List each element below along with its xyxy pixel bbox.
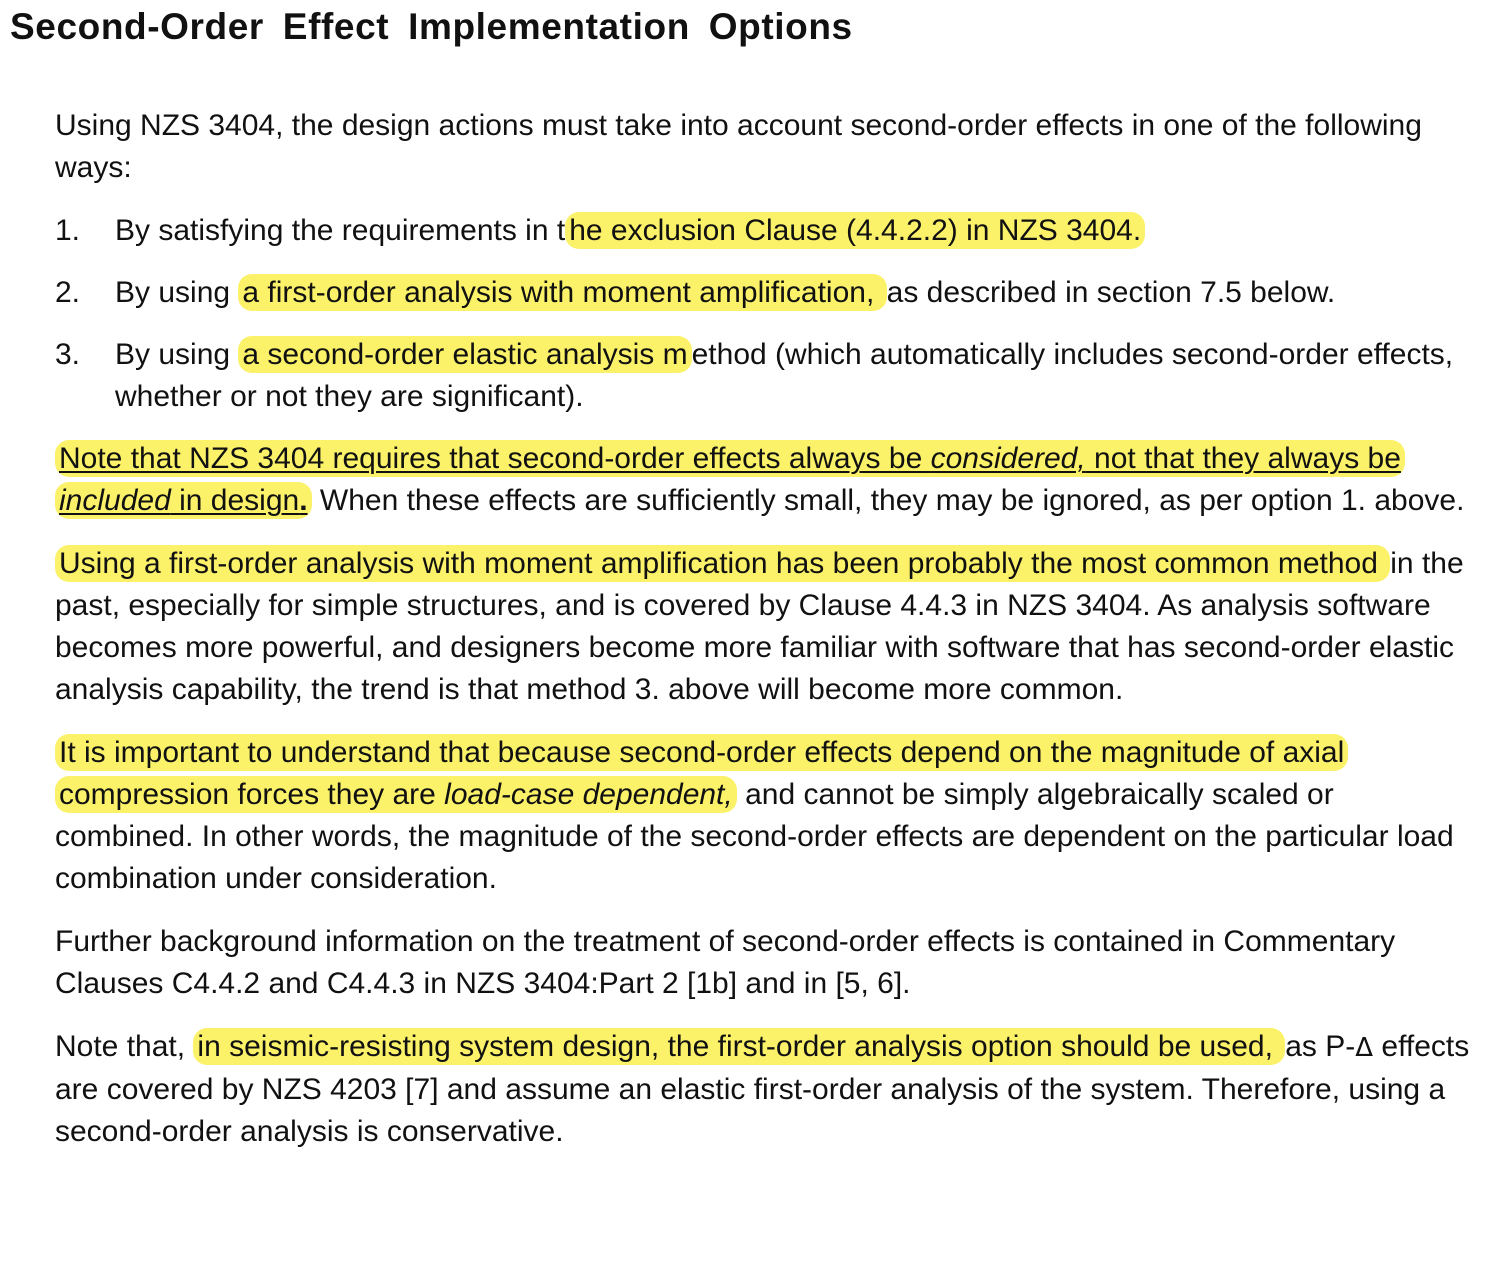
list-item-3: 3. By using a second-order elastic analy… xyxy=(55,334,1475,418)
background-paragraph: Further background information on the tr… xyxy=(55,925,1396,1000)
list-item-text-rest: as described in section 7.5 below. xyxy=(886,276,1336,309)
note-italic-included: included xyxy=(59,484,171,517)
list-item-text: By using xyxy=(115,276,239,309)
page-title: Second-Order Effect Implementation Optio… xyxy=(10,6,853,47)
highlighted-text: a second-order elastic analysis m xyxy=(238,336,692,373)
list-item-2: 2. By using a first-order analysis with … xyxy=(55,272,1475,314)
delta-symbol: Δ xyxy=(1355,1033,1374,1063)
highlighted-text: a first-order analysis with moment ampli… xyxy=(238,274,887,311)
important-paragraph: It is important to understand that becau… xyxy=(55,732,1475,900)
seismic-text-mid: as P- xyxy=(1285,1030,1356,1063)
list-item-text: By using xyxy=(115,338,239,371)
note-text-a: Note that NZS 3404 requires that second-… xyxy=(59,442,931,475)
method-paragraph: Using a first-order analysis with moment… xyxy=(55,543,1475,711)
intro-paragraph: Using NZS 3404, the design actions must … xyxy=(55,109,1422,184)
list-item-1: 1. By satisfying the requirements in t he… xyxy=(55,210,1475,252)
list-number: 2. xyxy=(55,276,81,309)
seismic-paragraph: Note that, in seismic-resisting system d… xyxy=(55,1026,1475,1153)
seismic-text-pre: Note that, xyxy=(55,1030,194,1063)
note-considered-paragraph: Note that NZS 3404 requires that second-… xyxy=(55,438,1475,522)
document-page: Second-Order Effect Implementation Optio… xyxy=(0,0,1494,1276)
document-body: Using NZS 3404, the design actions must … xyxy=(55,105,1475,1174)
note-italic-considered: considered, xyxy=(930,442,1086,475)
list-number: 3. xyxy=(55,338,81,371)
highlighted-text: Using a first-order analysis with moment… xyxy=(55,545,1391,582)
important-italic-load-case: load-case dependent, xyxy=(444,778,733,811)
list-number: 1. xyxy=(55,214,81,247)
highlighted-text: in seismic-resisting system design, the … xyxy=(193,1028,1286,1065)
note-text-e: in design xyxy=(170,484,300,517)
highlighted-text: he exclusion Clause (4.4.2.2) in NZS 340… xyxy=(565,212,1146,249)
note-text-rest: When these effects are sufficiently smal… xyxy=(311,484,1465,517)
note-bold-period: . xyxy=(299,484,308,517)
list-item-text: By satisfying the requirements in t xyxy=(115,214,566,247)
note-text-c: not that they always be xyxy=(1085,442,1401,475)
